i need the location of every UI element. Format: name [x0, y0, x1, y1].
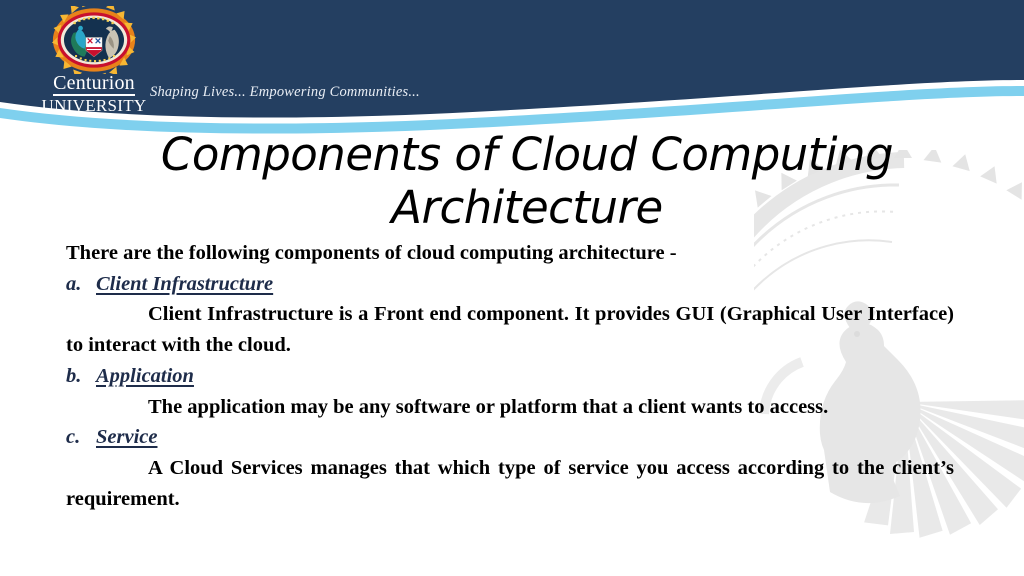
- university-tagline: Shaping Lives... Empowering Communities.…: [150, 84, 420, 100]
- item-marker-b: b.: [66, 364, 82, 387]
- university-logo-block: Centurion UNIVERSITY: [34, 6, 154, 114]
- item-term-c: Service: [96, 426, 158, 449]
- presentation-slide: Centurion UNIVERSITY Shaping Lives... Em…: [0, 0, 1024, 576]
- university-name-line2: UNIVERSITY: [41, 96, 147, 115]
- slide-title: Components of Cloud Computing Architectu…: [112, 128, 942, 234]
- slide-body: There are the following components of cl…: [66, 240, 954, 516]
- lead-sentence: There are the following components of cl…: [66, 242, 677, 264]
- item-heading-b: b. Application: [66, 363, 954, 391]
- item-heading-c: c. Service: [66, 424, 954, 452]
- university-name-line1: Centurion: [53, 72, 135, 96]
- item-body-c: A Cloud Services manages that which type…: [66, 456, 954, 510]
- item-marker-a: a.: [66, 272, 82, 295]
- item-body-b: The application may be any software or p…: [148, 395, 829, 418]
- item-term-a: Client Infrastructure: [96, 272, 274, 295]
- item-term-b: Application: [96, 364, 194, 387]
- item-body-a: Client Infrastructure is a Front end com…: [66, 303, 954, 357]
- slide-title-line1: Components of Cloud Computing: [160, 128, 894, 181]
- university-crest-icon: [51, 6, 137, 74]
- item-marker-c: c.: [66, 426, 81, 449]
- item-heading-a: a. Client Infrastructure: [66, 271, 954, 299]
- university-name: Centurion UNIVERSITY: [34, 73, 154, 114]
- slide-title-line2: Architecture: [391, 181, 663, 235]
